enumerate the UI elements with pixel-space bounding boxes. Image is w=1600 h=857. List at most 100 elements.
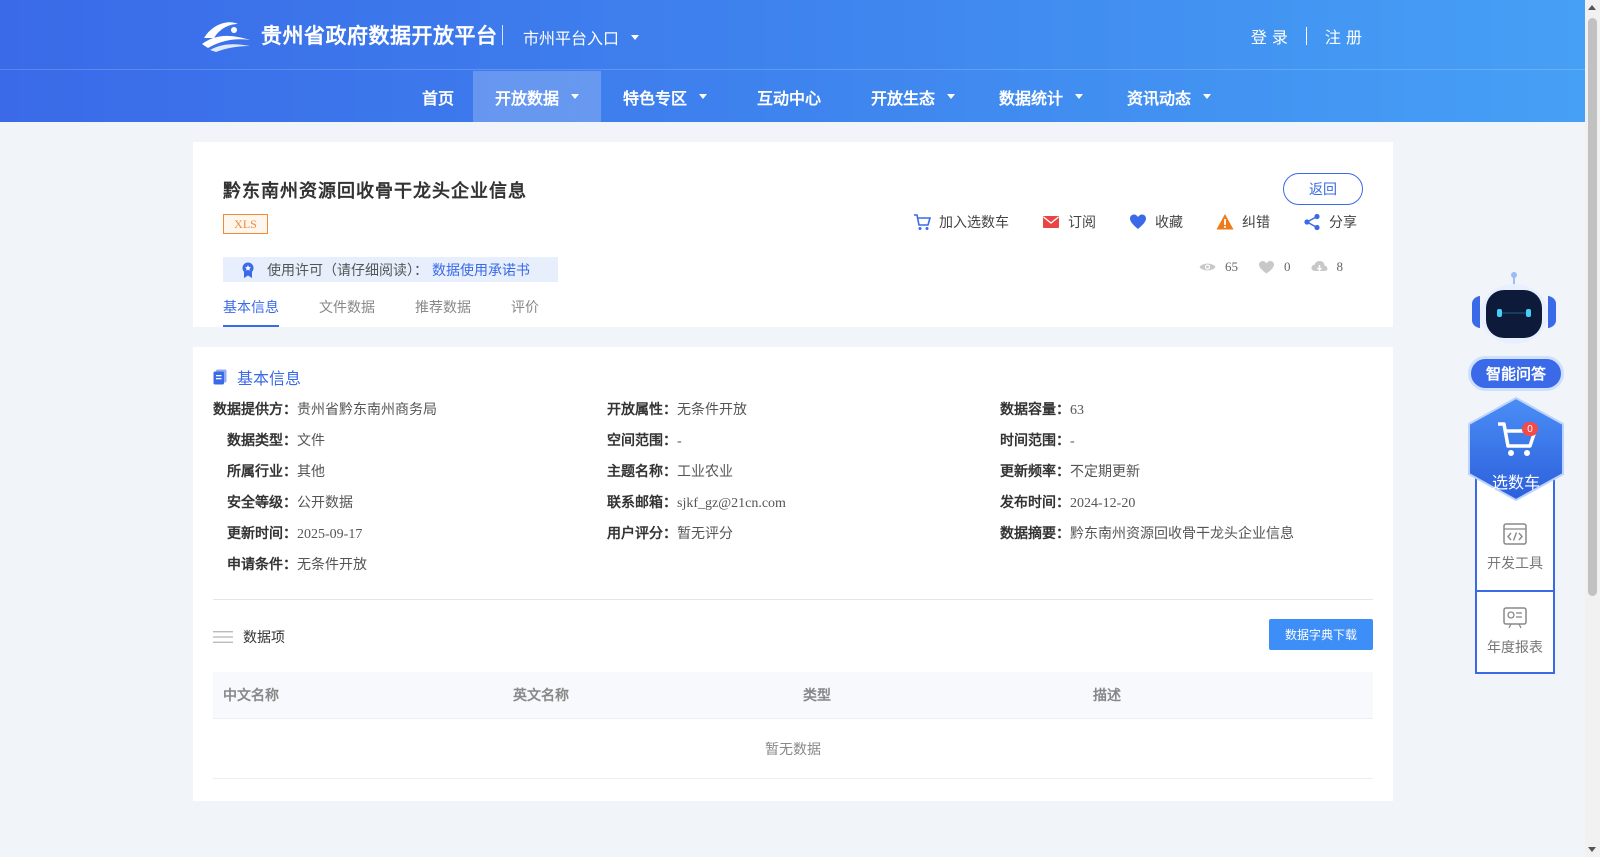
info-value: - [1070,434,1075,449]
scrollbar-thumb[interactable] [1588,18,1597,596]
like-count-value: 0 [1284,259,1291,274]
report-error-label: 纠错 [1242,215,1270,231]
main-nav: 首页 开放数据 特色专区 互动中心 开放生态 数据统计 资讯动态 [0,71,1585,122]
dev-tools-label: 开发工具 [1487,556,1543,572]
tab-basic-info[interactable]: 基本信息 [223,297,279,327]
favorite-button[interactable]: 收藏 [1129,212,1183,232]
subscribe-button[interactable]: 订阅 [1042,212,1096,232]
city-platform-label: 市州平台入口 [523,29,620,48]
data-items-table: 中文名称 英文名称 类型 描述 暂无数据 [213,672,1373,779]
site-header: 贵州省政府数据开放平台 市州平台入口 登 录 注 册 首页 开放数据 特色专区 … [0,0,1585,122]
nav-news[interactable]: 资讯动态 [1105,71,1233,122]
license-bar: 使用许可（请仔细阅读）： 数据使用承诺书 [223,257,558,282]
smart-qa-button[interactable]: 智能问答 [1468,356,1564,391]
register-link[interactable]: 注 册 [1325,24,1362,48]
column-header[interactable]: 类型 [793,685,1083,705]
nav-label: 数据统计 [998,88,1063,108]
download-dictionary-button[interactable]: 数据字典下载 [1269,619,1373,650]
info-key: 更新时间： [227,526,297,542]
info-data-type: 数据类型：文件 [227,430,325,450]
like-count: 0 [1258,259,1291,275]
cloud-download-icon [1311,261,1327,271]
scroll-down-arrow-icon[interactable] [1588,847,1596,852]
section-divider [213,599,1373,600]
license-agreement-link[interactable]: 数据使用承诺书 [432,260,530,280]
dev-tools-button[interactable]: 开发工具 [1477,508,1553,588]
table-header: 中文名称 英文名称 类型 描述 [213,672,1373,719]
view-count: 65 [1199,259,1238,275]
info-apply-condition: 申请条件：无条件开放 [227,554,367,574]
license-label: 使用许可（请仔细阅读）： [267,262,428,279]
heart-icon [1259,261,1274,274]
info-value: 公开数据 [297,496,353,511]
column-header[interactable]: 描述 [1083,685,1373,705]
nav-interaction-center[interactable]: 互动中心 [729,71,849,122]
dataset-actions: 加入选数车 订阅 收藏 纠错 分享 [913,212,1357,232]
cart-label[interactable]: 选数车 [1466,469,1566,493]
column-header[interactable]: 中文名称 [213,685,503,705]
info-key: 数据摘要： [1000,526,1070,542]
report-error-button[interactable]: 纠错 [1216,212,1270,232]
eye-icon [1199,263,1216,271]
document-icon [213,369,227,385]
back-button[interactable]: 返回 [1283,173,1363,205]
basic-info-card: 基本信息 数据提供方：贵州省黔东南州商务局 开放属性：无条件开放 数据容量：63… [193,347,1393,801]
nav-open-ecosystem[interactable]: 开放生态 [849,71,977,122]
info-industry: 所属行业：其他 [227,461,325,481]
info-key: 开放属性： [607,402,677,418]
column-header[interactable]: 英文名称 [503,685,793,705]
tab-reviews[interactable]: 评价 [511,297,539,327]
nav-label: 开放数据 [494,88,559,108]
info-open-attribute: 开放属性：无条件开放 [607,399,747,419]
info-key: 安全等级： [227,495,297,511]
info-key: 发布时间： [1000,495,1070,511]
nav-label: 首页 [421,88,454,108]
tab-file-data[interactable]: 文件数据 [319,297,375,327]
share-button[interactable]: 分享 [1303,212,1357,232]
share-label: 分享 [1329,215,1357,231]
basic-info-title: 基本信息 [237,369,302,388]
info-summary: 数据摘要：黔东南州资源回收骨干龙头企业信息 [1000,523,1294,543]
nav-special-zone[interactable]: 特色专区 [601,71,729,122]
chevron-down-icon [1075,94,1083,99]
data-items-title: 数据项 [243,630,285,646]
nav-label: 开放生态 [870,88,935,108]
info-publish-time: 发布时间：2024-12-20 [1000,492,1135,512]
chevron-down-icon [699,94,707,99]
title-divider [502,25,503,45]
info-value: 不定期更新 [1070,465,1140,480]
robot-assistant-icon[interactable] [1468,272,1560,352]
info-key: 用户评分： [607,526,677,542]
add-to-cart-button[interactable]: 加入选数车 [913,212,1009,232]
report-icon [1503,607,1527,629]
add-to-cart-label: 加入选数车 [939,215,1009,231]
info-key: 数据类型： [227,433,297,449]
info-key: 主题名称： [607,464,677,480]
info-value: 贵州省黔东南州商务局 [297,403,437,418]
badge-icon [242,262,254,278]
nav-open-data[interactable]: 开放数据 [473,71,601,122]
info-contact-email: 联系邮箱：sjkf_gz@21cn.com [607,492,786,512]
scroll-up-arrow-icon[interactable] [1588,5,1596,10]
nav-data-statistics[interactable]: 数据统计 [977,71,1105,122]
info-time-range: 时间范围：- [1000,430,1075,450]
nav-label: 资讯动态 [1126,88,1191,108]
site-title[interactable]: 贵州省政府数据开放平台 [261,20,498,50]
info-value: 工业农业 [677,465,733,480]
annual-report-button[interactable]: 年度报表 [1477,592,1553,672]
view-count-value: 65 [1225,259,1238,274]
info-value: 暂无评分 [677,527,733,542]
page-scrollbar[interactable] [1585,0,1600,857]
nav-label: 互动中心 [756,88,821,108]
info-key: 申请条件： [227,557,297,573]
info-key: 更新频率： [1000,464,1070,480]
tab-recommended-data[interactable]: 推荐数据 [415,297,471,327]
mail-icon [1043,216,1059,228]
dataset-stats: 65 0 8 [1199,259,1343,275]
logo-icon[interactable] [200,16,252,52]
login-link[interactable]: 登 录 [1251,24,1288,48]
city-platform-dropdown[interactable]: 市州平台入口 [523,25,640,49]
info-key: 空间范围： [607,433,677,449]
info-update-frequency: 更新频率：不定期更新 [1000,461,1140,481]
info-update-time: 更新时间：2025-09-17 [227,523,362,543]
